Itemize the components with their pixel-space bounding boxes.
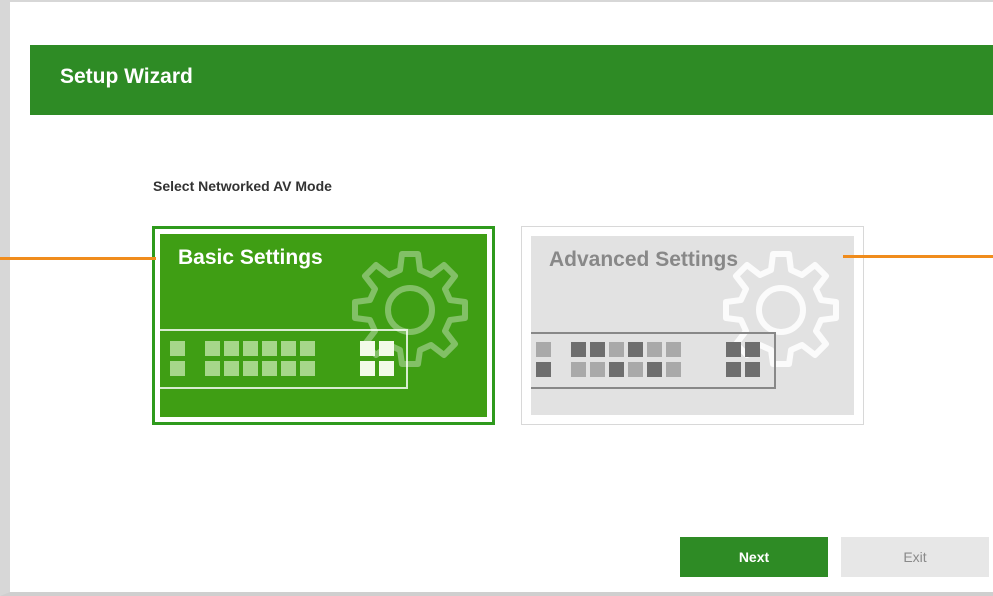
switch-port: [590, 362, 605, 377]
switch-port: [590, 342, 605, 357]
switch-port: [666, 342, 681, 357]
basic-settings-card[interactable]: Basic Settings: [152, 226, 495, 425]
switch-port: [609, 342, 624, 357]
switch-port: [224, 361, 239, 376]
switch-port: [726, 362, 741, 377]
switch-port: [170, 361, 185, 376]
switch-port: [262, 361, 277, 376]
switch-port: [571, 342, 586, 357]
switch-port: [281, 341, 296, 356]
callout-line-left: [0, 257, 156, 260]
switch-port: [609, 362, 624, 377]
switch-port: [300, 341, 315, 356]
switch-icon: [531, 332, 776, 389]
switch-port: [262, 341, 277, 356]
switch-port: [536, 362, 551, 377]
switch-port: [243, 341, 258, 356]
advanced-settings-label: Advanced Settings: [549, 248, 739, 271]
switch-port: [379, 361, 394, 376]
switch-port: [300, 361, 315, 376]
switch-port: [536, 342, 551, 357]
basic-settings-label: Basic Settings: [178, 246, 323, 269]
switch-port: [243, 361, 258, 376]
callout-line-right: [843, 255, 993, 258]
switch-port: [224, 341, 239, 356]
switch-port: [647, 342, 662, 357]
switch-port: [628, 362, 643, 377]
switch-port: [745, 362, 760, 377]
switch-port: [360, 341, 375, 356]
switch-port: [666, 362, 681, 377]
basic-settings-tile: Basic Settings: [160, 234, 487, 417]
advanced-settings-tile: Advanced Settings: [531, 236, 854, 415]
switch-port: [571, 362, 586, 377]
switch-port: [170, 341, 185, 356]
switch-port: [281, 361, 296, 376]
switch-port: [205, 361, 220, 376]
wizard-window: Setup Wizard Select Networked AV Mode Ba…: [0, 0, 993, 596]
switch-port: [205, 341, 220, 356]
switch-port: [379, 341, 394, 356]
wizard-header: Setup Wizard: [30, 45, 993, 115]
next-button[interactable]: Next: [680, 537, 828, 577]
exit-button[interactable]: Exit: [841, 537, 989, 577]
switch-port: [647, 362, 662, 377]
switch-port: [628, 342, 643, 357]
switch-port: [726, 342, 741, 357]
wizard-title: Setup Wizard: [60, 65, 193, 88]
mode-prompt: Select Networked AV Mode: [153, 178, 332, 194]
advanced-settings-card[interactable]: Advanced Settings: [521, 226, 864, 425]
switch-port: [360, 361, 375, 376]
switch-icon: [160, 329, 408, 389]
switch-port: [745, 342, 760, 357]
